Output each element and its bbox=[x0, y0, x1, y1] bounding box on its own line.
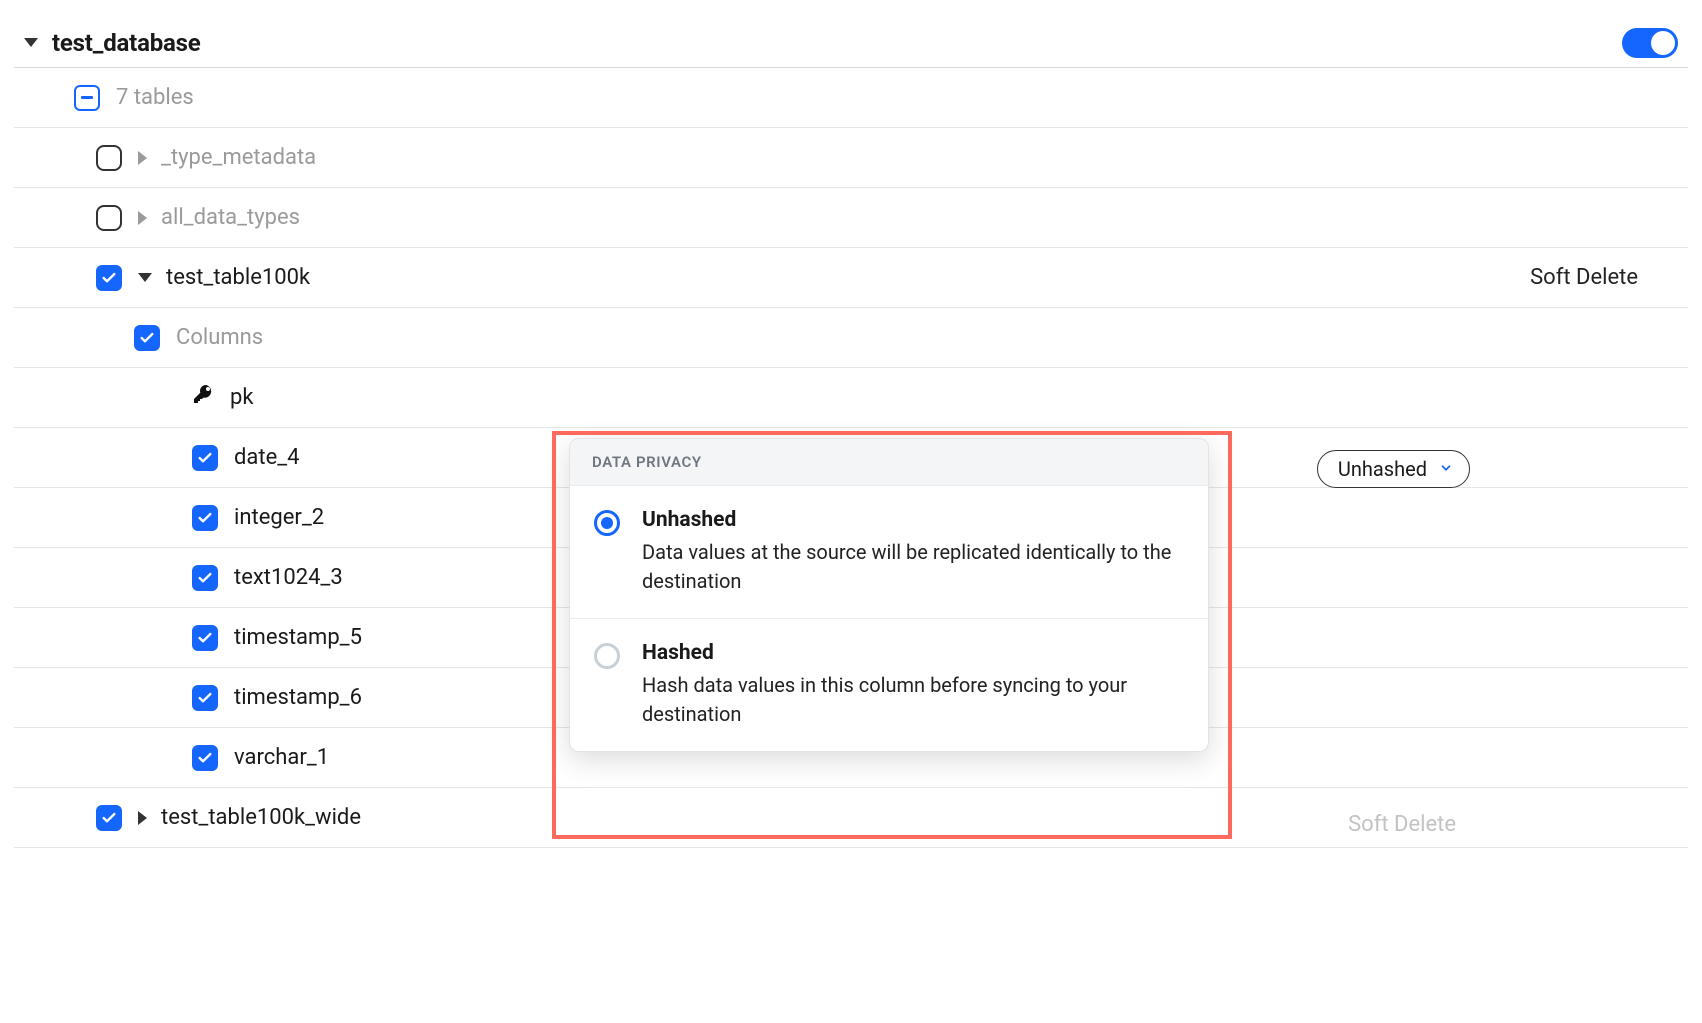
privacy-panel: DATA PRIVACY Unhashed Data values at the… bbox=[569, 438, 1209, 752]
database-name: test_database bbox=[52, 29, 201, 57]
table-name: test_table100k bbox=[166, 265, 310, 290]
radio-selected-icon[interactable] bbox=[594, 510, 620, 536]
columns-label: Columns bbox=[176, 325, 263, 350]
table-checkbox[interactable] bbox=[96, 145, 122, 171]
privacy-option-desc: Hash data values in this column before s… bbox=[642, 671, 1184, 729]
column-name: timestamp_6 bbox=[234, 685, 362, 710]
column-checkbox[interactable] bbox=[192, 565, 218, 591]
column-checkbox[interactable] bbox=[192, 505, 218, 531]
key-icon bbox=[192, 383, 216, 412]
caret-right-icon[interactable] bbox=[138, 811, 147, 825]
privacy-dropdown-value: Unhashed bbox=[1338, 457, 1427, 481]
table-name: all_data_types bbox=[161, 205, 300, 230]
radio-unselected-icon[interactable] bbox=[594, 643, 620, 669]
column-name: integer_2 bbox=[234, 505, 324, 530]
column-name: timestamp_5 bbox=[234, 625, 362, 650]
caret-right-icon[interactable] bbox=[138, 211, 147, 225]
table-name: test_table100k_wide bbox=[161, 805, 361, 830]
schema-tree: test_database 7 tables _type_metadata al… bbox=[14, 18, 1688, 848]
table-row[interactable]: all_data_types bbox=[14, 188, 1688, 248]
column-checkbox[interactable] bbox=[192, 745, 218, 771]
tables-checkbox-indeterminate[interactable] bbox=[74, 85, 100, 111]
caret-right-icon[interactable] bbox=[138, 151, 147, 165]
column-checkbox[interactable] bbox=[192, 625, 218, 651]
table-checkbox[interactable] bbox=[96, 205, 122, 231]
column-name: varchar_1 bbox=[234, 745, 329, 770]
column-name: pk bbox=[230, 385, 254, 410]
caret-down-icon[interactable] bbox=[24, 38, 38, 47]
privacy-option-unhashed[interactable]: Unhashed Data values at the source will … bbox=[570, 485, 1208, 618]
tables-summary-row[interactable]: 7 tables bbox=[14, 68, 1688, 128]
privacy-panel-header: DATA PRIVACY bbox=[570, 439, 1208, 485]
column-name: date_4 bbox=[234, 445, 300, 470]
columns-row[interactable]: Columns bbox=[14, 308, 1688, 368]
column-name: text1024_3 bbox=[234, 565, 343, 590]
table-sync-mode-obscured: Soft Delete bbox=[1348, 812, 1456, 837]
column-checkbox[interactable] bbox=[192, 685, 218, 711]
privacy-option-title: Unhashed bbox=[642, 508, 1184, 532]
privacy-dropdown-pill[interactable]: Unhashed bbox=[1317, 450, 1470, 488]
columns-checkbox[interactable] bbox=[134, 325, 160, 351]
privacy-option-title: Hashed bbox=[642, 641, 1184, 665]
table-name: _type_metadata bbox=[161, 145, 316, 170]
column-checkbox[interactable] bbox=[192, 445, 218, 471]
table-sync-mode[interactable]: Soft Delete bbox=[1458, 265, 1678, 290]
privacy-option-hashed[interactable]: Hashed Hash data values in this column b… bbox=[570, 618, 1208, 751]
table-row-expanded[interactable]: test_table100k Soft Delete bbox=[14, 248, 1688, 308]
table-checkbox[interactable] bbox=[96, 805, 122, 831]
privacy-option-desc: Data values at the source will be replic… bbox=[642, 538, 1184, 596]
database-toggle[interactable] bbox=[1622, 28, 1678, 58]
chevron-down-icon bbox=[1439, 460, 1453, 479]
caret-down-icon[interactable] bbox=[138, 273, 152, 282]
tables-count: 7 tables bbox=[116, 85, 194, 110]
table-checkbox[interactable] bbox=[96, 265, 122, 291]
table-row[interactable]: _type_metadata bbox=[14, 128, 1688, 188]
database-row[interactable]: test_database bbox=[14, 18, 1688, 68]
column-row-pk[interactable]: pk bbox=[14, 368, 1688, 428]
